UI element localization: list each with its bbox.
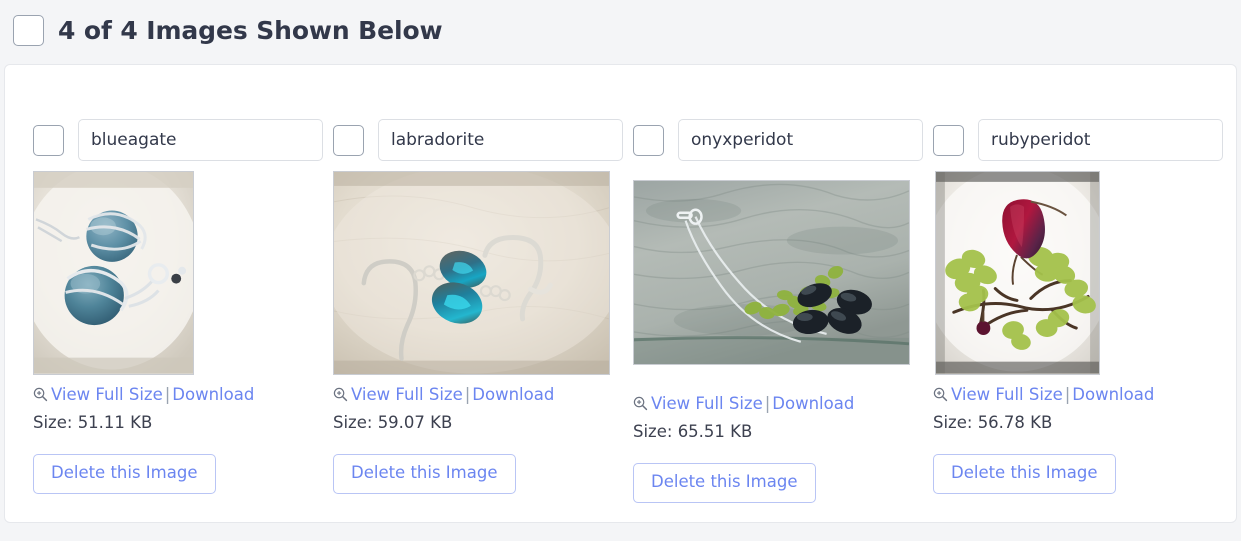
image-name-input[interactable]	[678, 119, 923, 161]
image-thumbnail-wrap	[633, 180, 910, 385]
image-grid: View Full Size|Download Size: 51.11 KB D…	[5, 65, 1236, 503]
image-name-input[interactable]	[78, 119, 323, 161]
onyxperidot-photo	[634, 181, 909, 364]
image-column: View Full Size|Download Size: 59.07 KB D…	[305, 65, 623, 503]
image-select-checkbox[interactable]	[33, 124, 64, 156]
image-meta: View Full Size | Download Size: 59.07 KB	[333, 382, 605, 436]
size-value: 56.78 KB	[977, 413, 1053, 432]
page-header: 4 of 4 Images Shown Below	[0, 0, 1241, 46]
image-column: View Full Size|Download Size: 56.78 KB D…	[905, 65, 1223, 503]
size-label: Size:	[333, 413, 373, 432]
image-name-input[interactable]	[978, 119, 1223, 161]
image-meta: View Full Size | Download Size: 51.11 KB	[33, 382, 305, 436]
image-thumbnail[interactable]	[333, 171, 610, 375]
download-link[interactable]: Download	[1072, 385, 1154, 404]
page-title: 4 of 4 Images Shown Below	[58, 15, 443, 45]
image-name-row	[333, 65, 623, 161]
image-select-checkbox[interactable]	[333, 124, 364, 156]
blueagate-photo	[34, 172, 193, 374]
image-thumbnail-wrap	[333, 171, 610, 376]
view-full-size-link[interactable]: View Full Size	[351, 385, 463, 404]
size-label: Size:	[633, 422, 673, 441]
view-full-size-link[interactable]: View Full Size	[51, 385, 163, 404]
size-value: 65.51 KB	[677, 422, 753, 441]
meta-separator: |	[164, 385, 171, 404]
image-meta: View Full Size | Download Size: 56.78 KB	[933, 382, 1205, 436]
image-column: View Full Size|Download Size: 65.51 KB D…	[605, 65, 923, 503]
meta-separator: |	[764, 394, 771, 413]
image-thumbnail[interactable]	[935, 171, 1100, 375]
view-full-size-link[interactable]: View Full Size	[951, 385, 1063, 404]
image-select-checkbox[interactable]	[633, 124, 664, 156]
image-select-checkbox[interactable]	[933, 124, 964, 156]
image-thumbnail-wrap	[33, 171, 305, 376]
image-thumbnail-wrap	[933, 171, 1205, 376]
delete-image-button[interactable]: Delete this Image	[333, 454, 516, 494]
delete-image-button[interactable]: Delete this Image	[933, 454, 1116, 494]
image-thumbnail[interactable]	[633, 180, 910, 365]
image-thumbnail[interactable]	[33, 171, 194, 375]
size-value: 59.07 KB	[377, 413, 453, 432]
view-full-size-link[interactable]: View Full Size	[651, 394, 763, 413]
size-label: Size:	[33, 413, 73, 432]
size-value: 51.11 KB	[77, 413, 153, 432]
meta-separator: |	[464, 385, 471, 404]
zoom-in-icon	[33, 384, 48, 410]
image-name-row	[33, 65, 323, 161]
zoom-in-icon	[633, 393, 648, 419]
zoom-in-icon	[333, 384, 348, 410]
meta-separator: |	[1064, 385, 1071, 404]
delete-image-button[interactable]: Delete this Image	[633, 463, 816, 503]
download-link[interactable]: Download	[172, 385, 254, 404]
size-label: Size:	[933, 413, 973, 432]
download-link[interactable]: Download	[772, 394, 854, 413]
labradorite-photo	[334, 172, 609, 374]
rubyperidot-photo	[936, 172, 1099, 374]
image-name-input[interactable]	[378, 119, 623, 161]
delete-image-button[interactable]: Delete this Image	[33, 454, 216, 494]
image-meta: View Full Size | Download Size: 65.51 KB	[633, 391, 905, 445]
image-column: View Full Size|Download Size: 51.11 KB D…	[5, 65, 323, 503]
image-name-row	[633, 65, 923, 161]
select-all-checkbox[interactable]	[13, 14, 44, 46]
image-name-row	[933, 65, 1223, 161]
download-link[interactable]: Download	[472, 385, 554, 404]
zoom-in-icon	[933, 384, 948, 410]
images-card: View Full Size|Download Size: 51.11 KB D…	[4, 64, 1237, 523]
